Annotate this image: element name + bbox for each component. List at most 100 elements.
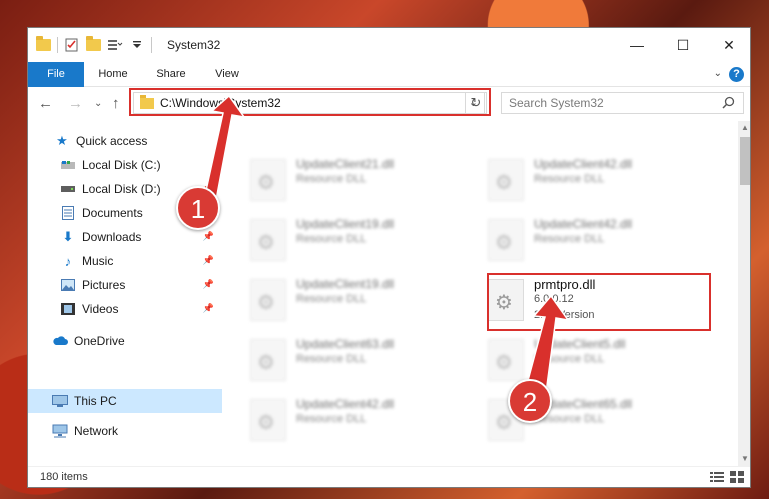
details-view-icon[interactable] xyxy=(710,471,724,483)
sidebar-item-label: OneDrive xyxy=(74,334,125,348)
sidebar-item-label: Local Disk (C:) xyxy=(82,158,161,172)
up-arrow-icon[interactable]: ↑ xyxy=(112,95,120,112)
tab-share[interactable]: Share xyxy=(146,62,196,87)
sidebar-item-music[interactable]: ♪ Music 📌 xyxy=(28,249,222,273)
sidebar-item-onedrive[interactable]: OneDrive xyxy=(28,329,222,353)
search-input[interactable]: Search System32 xyxy=(501,92,744,114)
status-bar: 180 items xyxy=(28,466,750,487)
sidebar-item-videos[interactable]: Videos 📌 xyxy=(28,297,222,321)
file-tile[interactable]: ⚙ UpdateClient19.dll Resource DLL xyxy=(250,277,480,325)
dll-file-icon: ⚙ xyxy=(250,399,286,441)
forward-arrow-icon[interactable]: → xyxy=(68,95,83,112)
scroll-thumb[interactable] xyxy=(740,137,750,185)
file-tile[interactable]: ⚙ UpdateClient42.dll Resource DLL xyxy=(488,217,718,265)
network-icon xyxy=(52,424,68,438)
download-icon: ⬇ xyxy=(62,229,74,244)
gear-icon: ⚙ xyxy=(495,412,513,434)
scroll-down-icon[interactable]: ▼ xyxy=(738,452,750,466)
dll-file-icon: ⚙ xyxy=(250,339,286,381)
pin-icon[interactable]: 📌 xyxy=(203,255,214,266)
sidebar-item-pictures[interactable]: Pictures 📌 xyxy=(28,273,222,297)
title-bar: System32 — ☐ ✕ xyxy=(28,28,750,62)
new-folder-icon[interactable] xyxy=(86,36,101,51)
file-description: Resource DLL xyxy=(296,173,367,185)
large-icons-view-icon[interactable] xyxy=(730,471,744,483)
sidebar-item-label: Local Disk (D:) xyxy=(82,182,161,196)
pictures-icon xyxy=(60,278,76,292)
recent-locations-chevron-icon[interactable]: ⌄ xyxy=(94,98,102,109)
gear-icon: ⚙ xyxy=(495,172,513,194)
file-tile[interactable]: ⚙ UpdateClient42.dll Resource DLL xyxy=(488,157,718,205)
quick-access-toolbar xyxy=(36,36,152,53)
window-title: System32 xyxy=(167,38,221,52)
drive-icon xyxy=(60,182,76,196)
properties-icon[interactable] xyxy=(64,37,80,53)
pin-icon[interactable]: 📌 xyxy=(203,279,214,290)
tab-file[interactable]: File xyxy=(28,62,84,87)
navigation-pane: ★ Quick access Local Disk (C:) Local Dis… xyxy=(28,121,222,466)
file-tile[interactable]: ⚙ UpdateClient42.dll Resource DLL xyxy=(250,397,480,445)
file-tile[interactable]: ⚙ UpdateClient63.dll Resource DLL xyxy=(250,337,480,385)
star-icon: ★ xyxy=(56,133,68,148)
pin-icon[interactable]: 📌 xyxy=(203,303,214,314)
scroll-up-icon[interactable]: ▲ xyxy=(738,121,750,135)
dll-file-icon: ⚙ xyxy=(488,339,524,381)
search-placeholder: Search System32 xyxy=(509,96,604,110)
back-arrow-icon[interactable]: ← xyxy=(38,95,53,112)
navigation-bar: ← → ⌄ ↑ C:\Windows\System32 ⌄ ↻ Search S… xyxy=(28,87,750,121)
file-name: UpdateClient21.dll xyxy=(296,157,395,171)
file-name: UpdateClient63.dll xyxy=(296,337,395,351)
gear-icon: ⚙ xyxy=(495,232,513,254)
sidebar-item-label: Documents xyxy=(82,206,143,220)
computer-icon xyxy=(52,394,68,408)
file-description: Resource DLL xyxy=(296,413,367,425)
toolbar-dropdown-icon[interactable] xyxy=(129,37,145,53)
folder-icon[interactable] xyxy=(36,36,51,51)
documents-icon xyxy=(60,206,76,220)
sidebar-item-label: Network xyxy=(74,424,119,438)
sidebar-item-quick-access[interactable]: ★ Quick access xyxy=(28,129,222,153)
maximize-button[interactable]: ☐ xyxy=(660,28,706,62)
file-tile[interactable]: ⚙ UpdateClient21.dll Resource DLL xyxy=(250,157,480,205)
tab-view[interactable]: View xyxy=(202,62,252,87)
ribbon-tabs: File Home Share View ⌄ ? xyxy=(28,62,750,87)
toolbar-divider xyxy=(151,37,152,53)
tab-home[interactable]: Home xyxy=(88,62,138,87)
toolbar-divider xyxy=(57,37,58,53)
file-tile[interactable]: ⚙ UpdateClient19.dll Resource DLL xyxy=(250,217,480,265)
sidebar-item-local-disk-c[interactable]: Local Disk (C:) xyxy=(28,153,222,177)
close-button[interactable]: ✕ xyxy=(706,28,750,62)
gear-icon: ⚙ xyxy=(257,352,275,374)
gear-icon: ⚙ xyxy=(257,412,275,434)
file-name: UpdateClient42.dll xyxy=(534,157,633,171)
file-name: UpdateClient42.dll xyxy=(296,397,395,411)
address-highlight-box xyxy=(129,88,491,116)
drive-icon xyxy=(60,158,76,172)
videos-icon xyxy=(60,302,76,316)
file-name: UpdateClient19.dll xyxy=(296,217,395,231)
file-name: UpdateClient5.dll xyxy=(534,337,626,351)
step-1-badge: 1 xyxy=(176,186,220,230)
sidebar-item-network[interactable]: Network xyxy=(28,419,222,443)
minimize-button[interactable]: — xyxy=(614,28,660,62)
gear-icon: ⚙ xyxy=(257,232,275,254)
customize-toolbar-icon[interactable] xyxy=(107,37,123,53)
dll-file-icon: ⚙ xyxy=(488,159,524,201)
sidebar-item-label: This PC xyxy=(74,394,117,408)
help-icon[interactable]: ? xyxy=(729,67,744,82)
search-icon[interactable] xyxy=(722,96,735,109)
dll-file-icon: ⚙ xyxy=(250,219,286,261)
file-name: UpdateClient19.dll xyxy=(296,277,395,291)
dll-file-icon: ⚙ xyxy=(250,279,286,321)
pin-icon[interactable]: 📌 xyxy=(203,231,214,242)
chevron-down-icon[interactable]: ⌄ xyxy=(714,68,722,79)
file-name: UpdateClient42.dll xyxy=(534,217,633,231)
file-tile[interactable]: ⚙ UpdateClient5.dll Resource DLL xyxy=(488,337,718,385)
dll-file-icon: ⚙ xyxy=(250,159,286,201)
dll-file-icon: ⚙ xyxy=(488,219,524,261)
gear-icon: ⚙ xyxy=(495,352,513,374)
vertical-scrollbar[interactable]: ▲ ▼ xyxy=(738,121,750,466)
file-description: Resource DLL xyxy=(534,173,605,185)
sidebar-item-this-pc[interactable]: This PC xyxy=(28,389,222,413)
file-description: Resource DLL xyxy=(534,353,605,365)
